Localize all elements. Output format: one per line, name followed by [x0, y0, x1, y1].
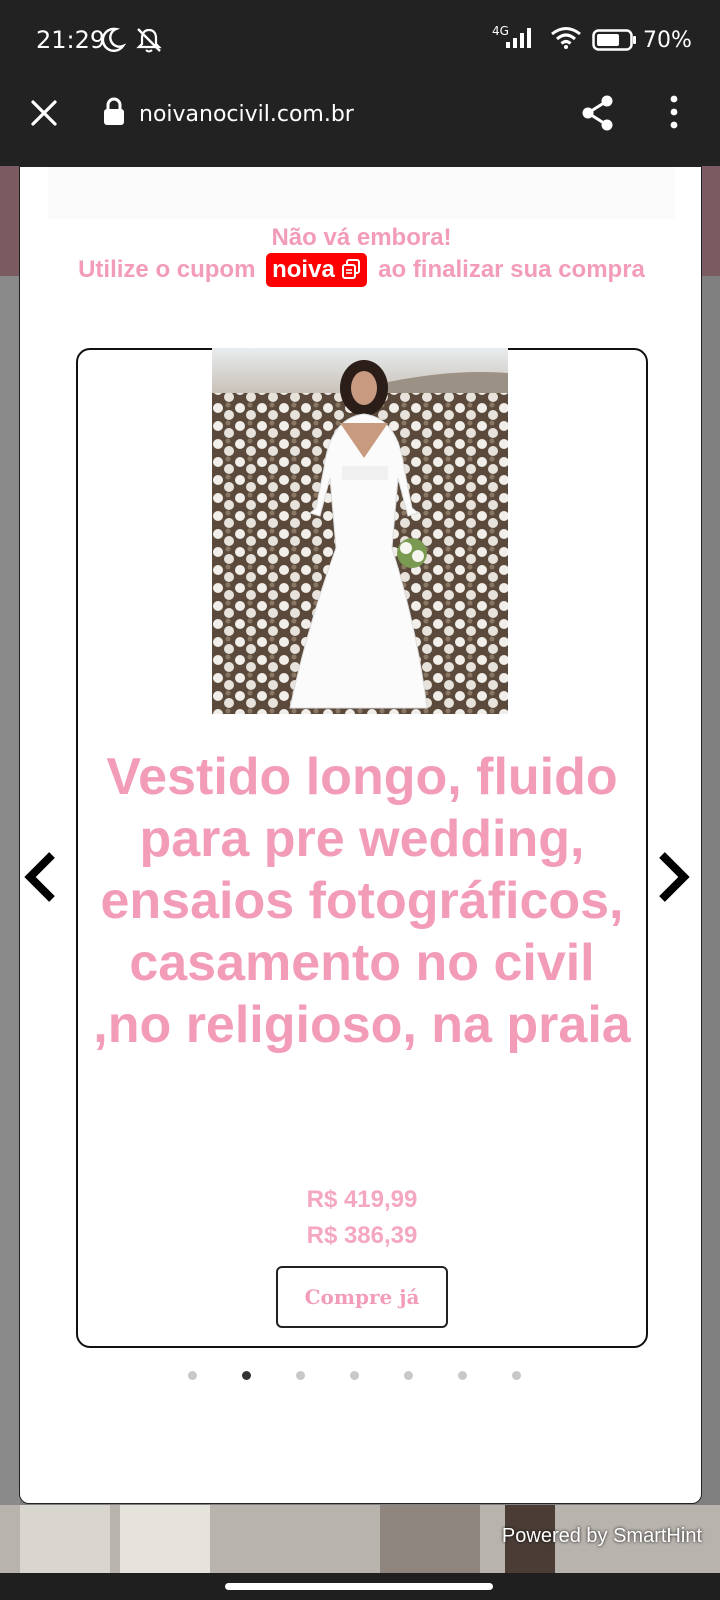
carousel-pagination	[20, 1365, 703, 1385]
exit-intent-popup: Não vá embora! Utilize o cupom noiva ao …	[19, 166, 702, 1504]
battery-percentage: 70%	[643, 28, 692, 53]
carousel-dot[interactable]	[458, 1371, 467, 1380]
battery-icon	[592, 29, 636, 51]
close-icon[interactable]	[28, 97, 60, 129]
gesture-handle[interactable]	[225, 1583, 493, 1590]
url-text[interactable]: noivanocivil.com.br	[139, 102, 354, 127]
more-options-icon[interactable]	[668, 94, 680, 130]
lock-icon	[104, 97, 124, 125]
carousel-dot[interactable]	[188, 1371, 197, 1380]
carousel-dot[interactable]	[350, 1371, 359, 1380]
carousel-next-arrow[interactable]	[652, 847, 692, 907]
product-image[interactable]	[212, 348, 508, 714]
coupon-code: noiva	[272, 256, 335, 283]
popup-heading: Não vá embora!	[271, 224, 452, 251]
carousel-dot[interactable]	[296, 1371, 305, 1380]
browser-toolbar: noivanocivil.com.br	[0, 80, 720, 166]
status-time: 21:29	[36, 26, 106, 54]
copy-icon[interactable]	[341, 258, 361, 280]
coupon-code-badge[interactable]: noiva	[266, 253, 368, 287]
signal-icon	[506, 28, 531, 48]
page-image	[380, 1505, 480, 1573]
page-image	[20, 1505, 110, 1573]
page-side	[0, 276, 20, 1600]
popup-header-box	[48, 167, 675, 219]
system-navigation-bar	[0, 1573, 720, 1600]
moon-icon	[101, 27, 126, 52]
carousel-prev-arrow[interactable]	[22, 847, 62, 907]
status-bar: 21:29 4G 70%	[0, 0, 720, 80]
carousel-dot[interactable]	[512, 1371, 521, 1380]
share-icon[interactable]	[580, 94, 616, 132]
coupon-line: Utilize o cupom noiva ao finalizar sua c…	[20, 253, 703, 287]
product-card: Vestido longo, fluido para pre wedding, …	[76, 348, 648, 1348]
coupon-suffix: ao finalizar sua compra	[378, 256, 645, 283]
powered-by-label: Powered by SmartHint	[501, 1525, 702, 1547]
product-title[interactable]: Vestido longo, fluido para pre wedding, …	[78, 746, 646, 1056]
product-price-original: R$ 419,99	[306, 1186, 418, 1213]
page-image	[120, 1505, 210, 1573]
buy-now-button[interactable]: Compre já	[276, 1266, 448, 1328]
carousel-dot[interactable]	[404, 1371, 413, 1380]
notifications-muted-icon	[136, 28, 162, 53]
carousel-dot-active[interactable]	[242, 1371, 251, 1380]
wifi-icon	[551, 27, 581, 49]
product-price-sale: R$ 386,39	[306, 1222, 418, 1249]
coupon-prefix: Utilize o cupom	[78, 256, 256, 283]
